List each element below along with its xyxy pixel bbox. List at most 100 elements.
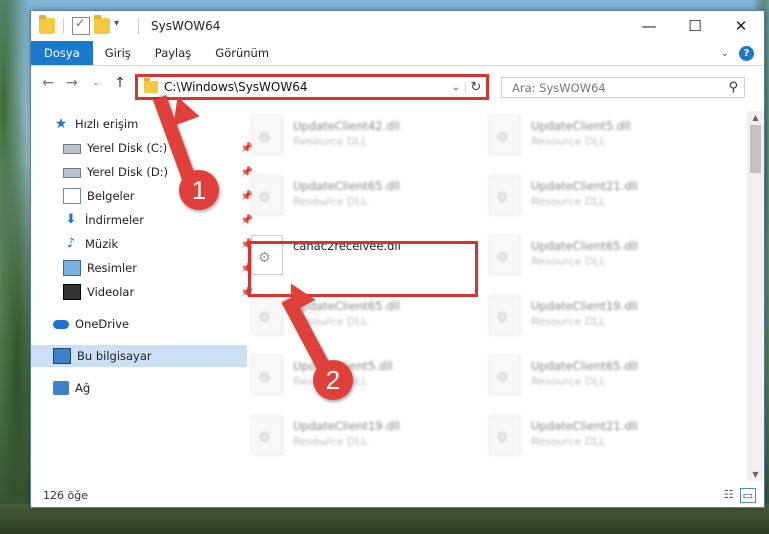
file-item[interactable]: UpdateClient5.dll Resource DLL xyxy=(469,115,699,161)
file-name: UpdateClient19.dll xyxy=(293,419,400,433)
divider xyxy=(138,18,139,34)
background-ground xyxy=(0,504,769,534)
file-name: UpdateClient65.dll xyxy=(531,359,638,373)
explorer-window: ▾ SysWOW64 — ☐ ✕ Dosya Giriş Paylaş Görü… xyxy=(30,10,765,508)
video-icon xyxy=(63,284,81,300)
tab-dosya[interactable]: Dosya xyxy=(31,41,93,65)
help-icon[interactable]: ? xyxy=(739,45,754,61)
folder-icon xyxy=(39,15,55,34)
music-icon: ♪ xyxy=(66,236,76,251)
sidebar-item-network[interactable]: Ağ xyxy=(31,377,247,399)
search-icon[interactable]: ⚲ xyxy=(728,80,738,95)
new-folder-icon[interactable] xyxy=(94,15,110,34)
dll-file-icon xyxy=(251,115,283,155)
sidebar-item-pictures[interactable]: Resimler 📌 xyxy=(31,257,257,279)
navigation-pane: ★ Hızlı erişim Yerel Disk (C:) 📌 Yerel D… xyxy=(31,111,253,481)
window-title: SysWOW64 xyxy=(151,19,221,33)
file-name: UpdateClient21.dll xyxy=(531,179,638,193)
back-icon[interactable]: ← xyxy=(39,75,57,91)
expand-ribbon-icon[interactable]: ⌄ xyxy=(721,48,729,59)
sidebar-item-local-disk-d[interactable]: Yerel Disk (D:) 📌 xyxy=(31,161,257,183)
drive-icon xyxy=(63,168,81,178)
scrollbar-thumb[interactable] xyxy=(750,125,761,173)
sidebar-item-label: Hızlı erişim xyxy=(75,117,139,131)
tab-paylas[interactable]: Paylaş xyxy=(143,41,204,65)
file-name: UpdateClient21.dll xyxy=(531,419,638,433)
up-icon[interactable]: ↑ xyxy=(111,75,129,91)
computer-icon xyxy=(53,348,71,364)
folder-icon xyxy=(144,78,158,93)
file-type: Resource DLL xyxy=(293,195,368,208)
sidebar-item-local-disk-c[interactable]: Yerel Disk (C:) 📌 xyxy=(31,137,257,159)
sidebar-item-label: Resimler xyxy=(87,261,137,275)
step-1-badge: 1 xyxy=(179,170,219,210)
network-icon xyxy=(53,381,69,395)
window-controls: — ☐ ✕ xyxy=(626,11,764,41)
sidebar-item-downloads[interactable]: ⬇ İndirmeler 📌 xyxy=(31,209,257,231)
file-item[interactable]: UpdateClient65.dll Resource DLL xyxy=(231,175,461,221)
sidebar-item-this-pc[interactable]: Bu bilgisayar xyxy=(31,345,247,367)
cloud-icon xyxy=(53,319,69,329)
details-view-icon[interactable]: ☷ xyxy=(724,488,734,503)
search-input[interactable]: Ara: SysWOW64 ⚲ xyxy=(501,77,745,98)
minimize-button[interactable]: — xyxy=(626,11,672,41)
search-placeholder: Ara: SysWOW64 xyxy=(512,80,606,95)
sidebar-item-label: OneDrive xyxy=(75,317,130,331)
sidebar-item-label: İndirmeler xyxy=(85,213,144,227)
file-type: Resource DLL xyxy=(531,255,606,268)
maximize-button[interactable]: ☐ xyxy=(672,11,718,41)
tab-gorunum[interactable]: Görünüm xyxy=(203,41,281,65)
step-2-badge: 2 xyxy=(313,360,353,400)
file-type: Resource DLL xyxy=(531,195,606,208)
scroll-up-icon[interactable]: ▲ xyxy=(747,113,764,122)
file-type: Resource DLL xyxy=(531,375,606,388)
file-type: Resource DLL xyxy=(293,435,368,448)
refresh-icon[interactable]: ↻ xyxy=(466,80,486,95)
sidebar-item-onedrive[interactable]: OneDrive xyxy=(31,313,247,335)
sidebar-item-quick-access[interactable]: ★ Hızlı erişim xyxy=(31,113,247,135)
file-name: UpdateClient42.dll xyxy=(293,119,400,133)
star-icon: ★ xyxy=(54,116,68,132)
divider xyxy=(63,18,64,34)
file-type: Resource DLL xyxy=(531,435,606,448)
file-item[interactable]: UpdateClient19.dll Resource DLL xyxy=(469,295,699,341)
sidebar-item-videos[interactable]: Videolar 📌 xyxy=(31,281,257,303)
sidebar-item-documents[interactable]: Belgeler 📌 xyxy=(31,185,257,207)
dll-file-icon xyxy=(489,175,521,215)
sidebar-item-label: Ağ xyxy=(75,381,91,395)
file-item[interactable]: UpdateClient21.dll Resource DLL xyxy=(469,175,699,221)
file-name: UpdateClient19.dll xyxy=(531,299,638,313)
scroll-down-icon[interactable]: ▼ xyxy=(747,470,764,479)
dll-file-icon xyxy=(489,235,521,275)
file-name: UpdateClient65.dll xyxy=(293,179,400,193)
dll-file-icon xyxy=(251,175,283,215)
dll-file-icon xyxy=(489,355,521,395)
dll-file-icon xyxy=(489,415,521,455)
file-item[interactable]: UpdateClient65.dllResource DLL xyxy=(231,295,461,341)
chevron-down-icon[interactable]: ⌄ xyxy=(447,81,466,93)
sidebar-item-music[interactable]: ♪ Müzik 📌 xyxy=(31,233,257,255)
close-button[interactable]: ✕ xyxy=(718,11,764,41)
file-type: Resource DLL xyxy=(293,135,368,148)
file-item[interactable]: UpdateClient42.dll Resource DLL xyxy=(231,115,461,161)
properties-icon[interactable] xyxy=(72,16,90,35)
file-item[interactable]: UpdateClient65.dll Resource DLL xyxy=(469,355,699,401)
quick-access-toolbar: ▾ xyxy=(31,15,143,35)
dll-file-icon xyxy=(251,415,283,455)
file-item[interactable]: UpdateClient19.dll Resource DLL xyxy=(231,415,461,461)
vertical-scrollbar[interactable]: ▲ ▼ xyxy=(747,111,764,481)
forward-icon[interactable]: → xyxy=(63,75,81,91)
file-type: Resource DLL xyxy=(531,135,606,148)
drive-icon xyxy=(63,144,81,154)
address-path[interactable]: C:\Windows\SysWOW64 xyxy=(164,80,447,94)
large-icons-view-icon[interactable]: ▭ xyxy=(739,487,756,503)
file-item[interactable]: UpdateClient65.dllResource DLL xyxy=(469,235,699,281)
sidebar-item-label: Müzik xyxy=(85,237,119,251)
customize-toolbar-icon[interactable]: ▾ xyxy=(114,18,130,34)
sidebar-item-label: Belgeler xyxy=(87,189,135,203)
file-item[interactable]: UpdateClient21.dll Resource DLL xyxy=(469,415,699,461)
sidebar-item-label: Yerel Disk (C:) xyxy=(87,141,168,155)
tab-giris[interactable]: Giriş xyxy=(93,41,143,65)
recent-locations-icon[interactable]: ⌄ xyxy=(87,78,105,88)
status-bar: 126 öğe ☷ ▭ xyxy=(31,483,764,507)
